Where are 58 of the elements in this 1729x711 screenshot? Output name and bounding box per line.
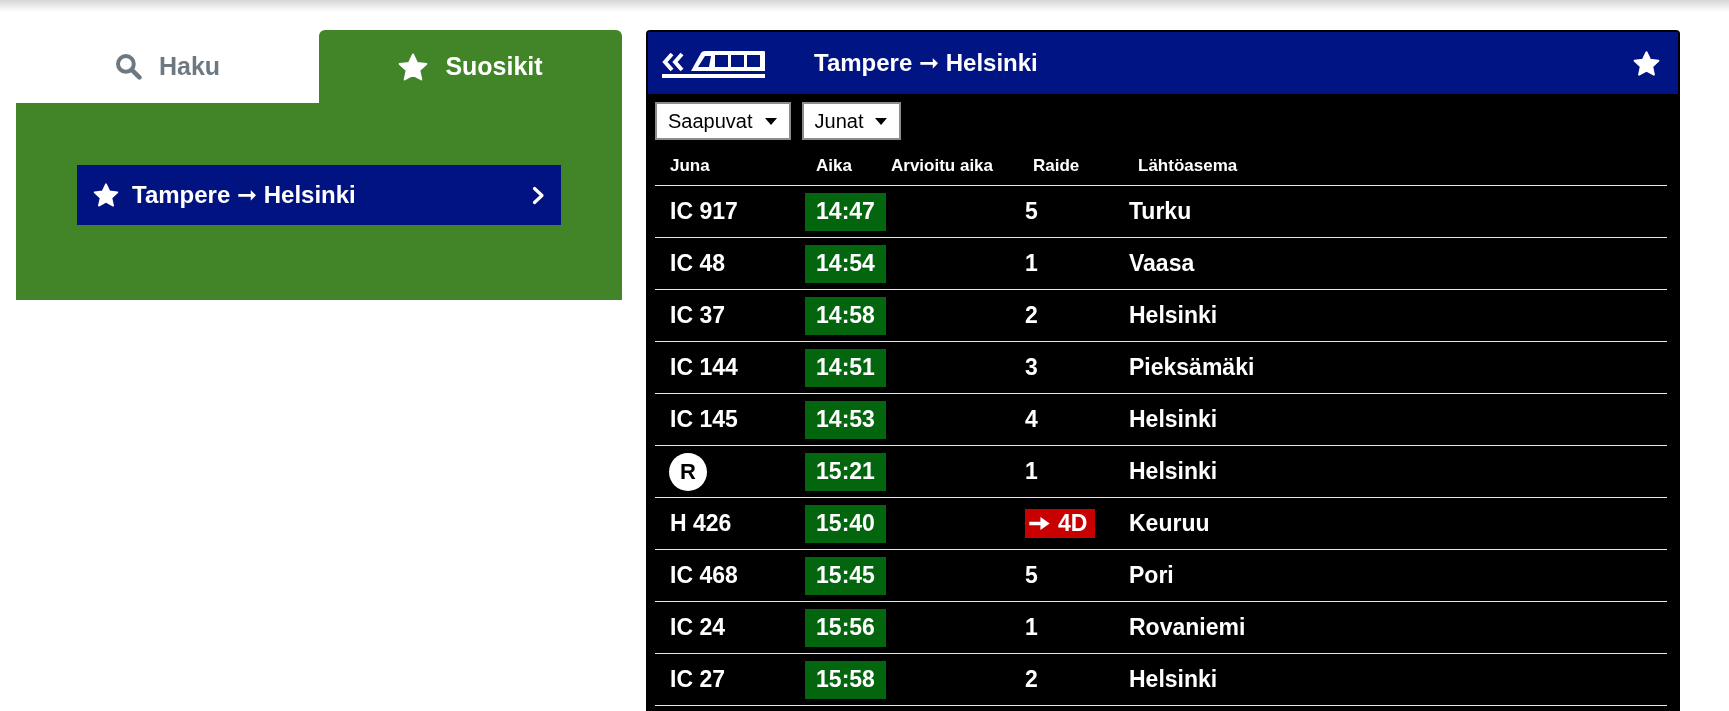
origin-station: Pieksämäki — [1129, 354, 1255, 381]
train-number: IC 468 — [670, 562, 738, 589]
train-number: IC 27 — [670, 666, 725, 693]
platform-number: 4D — [1058, 510, 1088, 537]
arrival-time: 15:56 — [805, 608, 886, 647]
platform-number: 2 — [1025, 302, 1038, 329]
line-badge: R — [669, 452, 707, 491]
platform-number: 3 — [1025, 354, 1038, 381]
platform-number: 1 — [1025, 458, 1038, 485]
dropdown[interactable]: Junat — [801, 102, 902, 140]
arrival-time: 15:40 — [805, 504, 886, 543]
arrival-time: 15:45 — [805, 556, 886, 595]
board-title: Tampere ➞ Helsinki — [814, 49, 1038, 77]
origin-station: Helsinki — [1129, 302, 1218, 329]
star-icon — [93, 183, 119, 207]
origin-station: Helsinki — [1129, 666, 1218, 693]
star-icon[interactable] — [1633, 50, 1660, 76]
train-number: IC 144 — [670, 354, 738, 381]
origin-station: Pori — [1129, 562, 1174, 589]
chevron-right-icon — [532, 185, 545, 205]
platform-number: 4 — [1025, 406, 1038, 433]
caret-icon — [875, 117, 888, 125]
dropdown[interactable]: Saapuvat — [655, 102, 791, 140]
origin-station: Vaasa — [1129, 250, 1195, 277]
origin-station: Turku — [1129, 198, 1192, 225]
platform-number: 5 — [1025, 562, 1038, 589]
tab[interactable]: Suosikit — [319, 30, 622, 103]
origin-station: Helsinki — [1129, 458, 1218, 485]
platform-number: 2 — [1025, 666, 1038, 693]
origin-station: Helsinki — [1129, 406, 1218, 433]
column-header: Aika — [816, 156, 852, 176]
arrival-time: 14:51 — [805, 348, 886, 387]
favorite-route-item[interactable]: Tampere ➞ Helsinki — [77, 165, 561, 225]
column-header: Lähtöasema — [1138, 156, 1238, 176]
platform-number: 5 — [1025, 198, 1038, 225]
arrow-right-icon — [1029, 517, 1050, 530]
platform-number: 1 — [1025, 614, 1038, 641]
arrival-time: 14:54 — [805, 244, 886, 283]
arrival-time: 14:47 — [805, 192, 886, 231]
arrival-time: 15:21 — [805, 452, 886, 491]
origin-station: Rovaniemi — [1129, 614, 1246, 641]
column-header: Raide — [1033, 156, 1080, 176]
train-number: H 426 — [670, 510, 732, 537]
train-number: IC 48 — [670, 250, 725, 277]
search-icon — [114, 53, 142, 80]
train-number: IC 37 — [670, 302, 725, 329]
star-icon — [398, 52, 429, 81]
caret-icon — [764, 117, 777, 125]
arrival-time: 15:58 — [805, 660, 886, 699]
origin-station: Keuruu — [1129, 510, 1210, 537]
train-number: IC 917 — [670, 198, 738, 225]
column-header: Arvioitu aika — [891, 156, 994, 176]
platform-number: 1 — [1025, 250, 1038, 277]
train-number: IC 145 — [670, 406, 738, 433]
column-header: Juna — [670, 156, 710, 176]
arrival-time: 14:58 — [805, 296, 886, 335]
arrival-time: 14:53 — [805, 400, 886, 439]
train-number: IC 24 — [670, 614, 725, 641]
